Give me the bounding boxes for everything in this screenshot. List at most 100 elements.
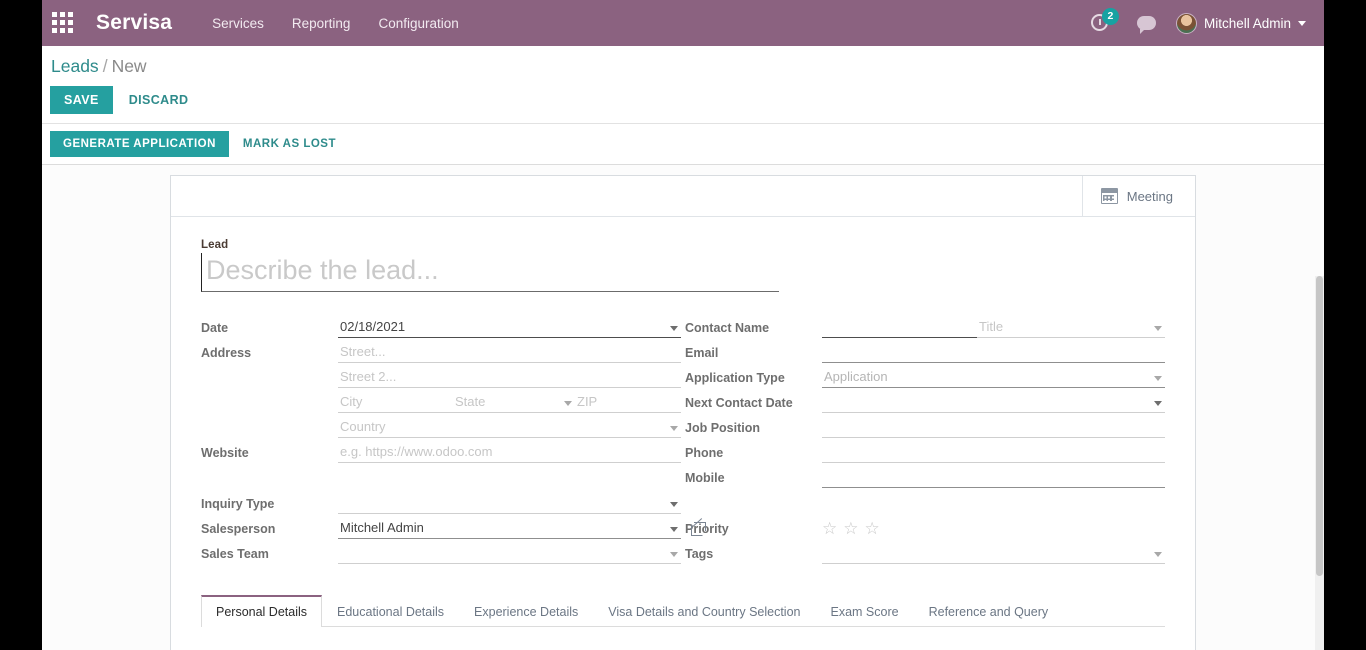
salesperson-input[interactable]	[338, 518, 681, 539]
right-column-gap	[685, 489, 1165, 515]
priority-stars: ☆ ☆ ☆	[822, 520, 1165, 539]
state-input[interactable]	[453, 392, 575, 413]
lead-field-label: Lead	[201, 239, 229, 251]
mobile-label: Mobile	[685, 471, 725, 485]
inquiry-type-label: Inquiry Type	[201, 497, 275, 511]
phone-label: Phone	[685, 446, 724, 460]
field-row-tags: Tags	[685, 540, 1165, 564]
stat-button-meeting[interactable]: Meeting	[1081, 176, 1195, 216]
field-row-job-position: Job Position	[685, 414, 1165, 438]
contact-name-title-group	[822, 317, 1165, 338]
job-position-input[interactable]	[822, 417, 1165, 438]
scrollbar-thumb[interactable]	[1316, 276, 1323, 576]
field-row-contact-name: Contact Name	[685, 314, 1165, 338]
field-row-website: Website	[201, 439, 681, 463]
form-scroll-area: Meeting Lead Date	[42, 165, 1324, 650]
field-row-application-type: Application Type	[685, 364, 1165, 388]
contact-name-input[interactable]	[822, 317, 977, 338]
top-navbar: Servisa Services Reporting Configuration…	[42, 0, 1324, 46]
control-panel-statusbar: GENERATE APPLICATION MARK AS LOST	[42, 124, 1324, 165]
star-icon-2[interactable]: ☆	[843, 520, 858, 537]
browser-viewport: Servisa Services Reporting Configuration…	[42, 0, 1324, 650]
tab-reference-and-query[interactable]: Reference and Query	[914, 595, 1064, 627]
activity-count-badge: 2	[1101, 8, 1119, 25]
menu-item-services[interactable]: Services	[212, 16, 264, 31]
field-row-inquiry-type: Inquiry Type	[201, 490, 681, 514]
address-label-spacer-2	[201, 410, 338, 413]
navbar-right-tools: 2 Mitchell Admin	[1090, 8, 1310, 34]
field-row-email: Email	[685, 339, 1165, 363]
apps-grid-icon[interactable]	[52, 12, 74, 34]
breadcrumb-current: New	[111, 56, 147, 76]
tab-educational-details[interactable]: Educational Details	[322, 595, 459, 627]
discard-button[interactable]: DISCARD	[117, 86, 201, 114]
date-input[interactable]	[338, 317, 681, 338]
field-row-address-country	[201, 414, 681, 438]
record-action-buttons: SAVE DISCARD	[50, 86, 1324, 114]
stat-button-label: Meeting	[1126, 188, 1173, 204]
contact-name-label: Contact Name	[685, 321, 770, 335]
star-icon-1[interactable]: ☆	[822, 520, 837, 537]
field-row-date: Date	[201, 314, 681, 338]
tab-exam-score[interactable]: Exam Score	[816, 595, 914, 627]
date-label: Date	[201, 321, 229, 335]
country-input[interactable]	[338, 417, 681, 438]
notebook: Personal Details Educational Details Exp…	[201, 595, 1165, 627]
user-menu[interactable]: Mitchell Admin	[1175, 12, 1306, 34]
stat-button-bar: Meeting	[171, 176, 1195, 217]
tab-personal-details[interactable]: Personal Details	[201, 595, 323, 627]
menu-item-reporting[interactable]: Reporting	[292, 16, 351, 31]
notebook-tabs: Personal Details Educational Details Exp…	[201, 595, 1165, 627]
main-menu: Services Reporting Configuration	[212, 16, 459, 31]
breadcrumb-parent[interactable]: Leads	[51, 56, 99, 76]
tab-experience-details[interactable]: Experience Details	[459, 595, 593, 627]
street-input[interactable]	[338, 342, 681, 363]
email-input[interactable]	[822, 342, 1165, 363]
inquiry-type-input[interactable]	[338, 493, 681, 514]
field-row-next-contact-date: Next Contact Date	[685, 389, 1165, 413]
generate-application-button[interactable]: GENERATE APPLICATION	[50, 131, 229, 157]
city-input[interactable]	[338, 392, 453, 413]
breadcrumb: Leads / New	[50, 56, 1324, 77]
sales-team-input[interactable]	[338, 543, 681, 564]
activity-menu-button[interactable]: 2	[1090, 8, 1119, 34]
address-label-spacer	[201, 385, 338, 388]
website-label: Website	[201, 446, 249, 460]
mark-as-lost-button[interactable]: MARK AS LOST	[233, 131, 346, 157]
external-link-icon[interactable]	[691, 522, 706, 536]
tags-label: Tags	[685, 547, 714, 561]
mobile-input[interactable]	[822, 467, 1165, 488]
tab-visa-details-and-country-selection[interactable]: Visa Details and Country Selection	[593, 595, 815, 627]
breadcrumb-separator: /	[102, 56, 108, 76]
next-contact-date-input[interactable]	[822, 392, 1165, 413]
menu-item-configuration[interactable]: Configuration	[378, 16, 458, 31]
address-label-spacer-3	[201, 435, 338, 438]
address-label: Address	[201, 346, 252, 360]
zip-input[interactable]	[575, 392, 681, 413]
job-position-label: Job Position	[685, 421, 760, 435]
street2-input[interactable]	[338, 367, 681, 388]
website-input[interactable]	[338, 442, 681, 463]
save-button[interactable]: SAVE	[50, 86, 113, 114]
tags-input[interactable]	[822, 543, 1165, 564]
calendar-icon	[1100, 188, 1118, 204]
title-input-field[interactable]	[977, 317, 1165, 338]
screen: Servisa Services Reporting Configuration…	[0, 0, 1366, 650]
phone-input[interactable]	[822, 442, 1165, 463]
avatar	[1175, 12, 1197, 34]
vertical-scrollbar[interactable]	[1315, 276, 1324, 650]
application-type-input[interactable]	[822, 367, 1165, 388]
field-row-address-city-state-zip	[201, 389, 681, 413]
field-row-address-street2	[201, 364, 681, 388]
brand-title[interactable]: Servisa	[96, 11, 172, 35]
form-columns: Date Address	[201, 314, 1165, 565]
email-label: Email	[685, 346, 719, 360]
field-row-priority: Priority ☆ ☆ ☆	[685, 515, 1165, 539]
chat-bubble-icon[interactable]	[1136, 16, 1156, 34]
control-panel-top: Leads / New SAVE DISCARD	[42, 46, 1324, 124]
star-icon-3[interactable]: ☆	[865, 520, 880, 537]
field-row-address-street: Address	[201, 339, 681, 363]
form-column-right: Contact Name Title Email Application Typ…	[685, 314, 1165, 565]
lead-title-input[interactable]	[201, 253, 779, 292]
sales-team-label: Sales Team	[201, 547, 269, 561]
